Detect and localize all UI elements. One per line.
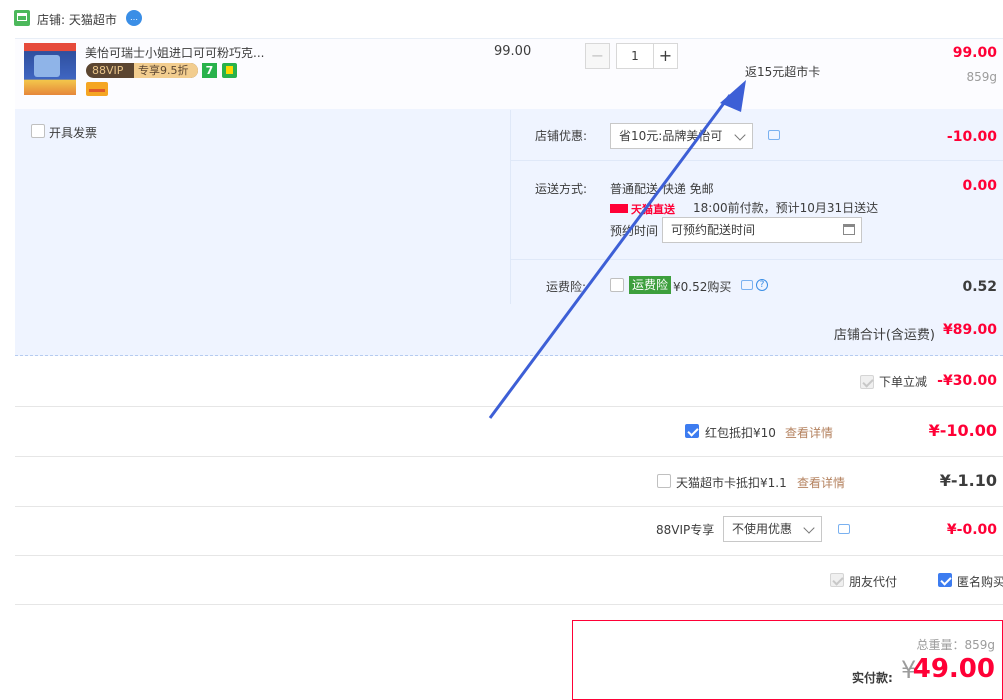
vip88-select[interactable]: 不使用优惠 — [723, 516, 822, 542]
supermarket-card-details-link[interactable]: 查看详情 — [797, 474, 845, 491]
divider — [15, 555, 1003, 556]
invoice-label: 开具发票 — [49, 126, 98, 140]
chat-icon[interactable] — [741, 280, 753, 290]
product-image[interactable] — [24, 43, 76, 95]
shop-subtotal-amount: ¥89.00 — [942, 322, 997, 338]
shop-subtotal-label: 店铺合计(含运费) — [833, 328, 935, 343]
delivery-amount: 0.00 — [962, 178, 997, 194]
shop-icon — [14, 10, 30, 26]
insurance-price: ¥0.52购买 — [673, 280, 732, 294]
invoice-checkbox[interactable] — [31, 124, 45, 138]
divider — [15, 604, 1003, 605]
delivery-label: 运送方式: — [535, 182, 588, 196]
product-title[interactable]: 美怡可瑞士小姐进口可可粉巧克... — [85, 44, 264, 61]
help-icon[interactable]: ? — [756, 279, 768, 291]
divider — [15, 406, 1003, 407]
insurance-label: 运费险: — [546, 280, 587, 294]
vip88-label: 88VIP专享 — [656, 523, 715, 537]
shop-discount-select[interactable]: 省10元:品牌美怡可 — [610, 123, 753, 149]
tmall-direct-badge: 天猫直送 — [610, 201, 675, 216]
order-discount-checkbox — [860, 375, 874, 389]
friend-pay-label: 朋友代付 — [849, 575, 898, 589]
divider — [511, 160, 1003, 161]
red-packet-amount: ¥-10.00 — [928, 421, 997, 440]
item-total: 99.00 — [952, 45, 997, 61]
order-discount-label: 下单立减 — [879, 375, 928, 389]
shop-discount-label: 店铺优惠: — [535, 129, 588, 143]
chevron-down-icon — [803, 522, 815, 534]
vip-label: 88VIP — [92, 64, 124, 77]
reserve-time-label: 预约时间 — [610, 224, 659, 238]
red-packet-checkbox[interactable] — [685, 424, 699, 438]
quantity-input[interactable]: 1 — [616, 43, 654, 69]
insurance-tag: 运费险 — [629, 276, 672, 294]
supermarket-card-label: 天猫超市卡抵扣¥1.1 — [676, 476, 787, 490]
vip88-amount: ¥-0.00 — [946, 522, 997, 538]
supermarket-card-checkbox[interactable] — [657, 474, 671, 488]
delivery-method: 普通配送 快递 免邮 — [610, 182, 714, 196]
delivery-eta: 18:00前付款，预计10月31日送达 — [693, 201, 879, 215]
divider — [15, 506, 1003, 507]
unit-price: 99.00 — [494, 44, 532, 59]
chat-icon[interactable] — [838, 524, 850, 534]
red-packet-label: 红包抵扣¥10 — [705, 426, 776, 440]
item-weight: 859g — [966, 70, 997, 84]
vip-discount-badge: 88VIP 专享9.5折 — [86, 63, 198, 78]
divider — [15, 456, 1003, 457]
rebate-text: 返15元超市卡 — [745, 65, 821, 79]
shop-header: 店铺: 天猫超市 … — [0, 0, 1003, 38]
divider — [511, 259, 1003, 260]
service-guarantee-icon — [222, 63, 237, 78]
quantity-plus-button[interactable]: + — [653, 43, 678, 69]
friend-pay-checkbox — [830, 573, 844, 587]
insurance-amount: 0.52 — [962, 279, 997, 295]
anonymous-checkbox[interactable] — [938, 573, 952, 587]
red-packet-details-link[interactable]: 查看详情 — [785, 424, 833, 441]
total-weight: 总重量：859g — [916, 638, 995, 652]
reserve-time-placeholder: 可预约配送时间 — [671, 223, 756, 237]
chevron-down-icon — [734, 129, 746, 141]
credit-card-icon — [86, 82, 108, 96]
vip-discount-label: 专享9.5折 — [134, 63, 198, 78]
quantity-minus-button[interactable]: − — [585, 43, 610, 69]
actual-pay-label: 实付款: — [852, 671, 893, 685]
vip88-selected: 不使用优惠 — [732, 522, 793, 536]
shop-discount-selected: 省10元:品牌美怡可 — [619, 129, 723, 143]
actual-pay-amount: 49.00 — [912, 654, 995, 684]
shop-name[interactable]: 店铺: 天猫超市 — [37, 11, 117, 28]
insurance-checkbox[interactable] — [610, 278, 624, 292]
anonymous-label: 匿名购买 — [957, 575, 1003, 589]
seven-day-return-badge: 7 — [202, 63, 217, 78]
order-discount-amount: -¥30.00 — [937, 373, 997, 389]
quantity-stepper: − 1 + — [585, 43, 679, 69]
calendar-icon[interactable] — [843, 224, 855, 235]
shop-discount-amount: -10.00 — [946, 129, 997, 145]
reserve-time-input[interactable]: 可预约配送时间 — [662, 217, 862, 243]
chat-icon[interactable]: … — [126, 10, 142, 26]
chat-icon[interactable] — [768, 130, 780, 140]
supermarket-card-amount: ¥-1.10 — [939, 471, 997, 490]
